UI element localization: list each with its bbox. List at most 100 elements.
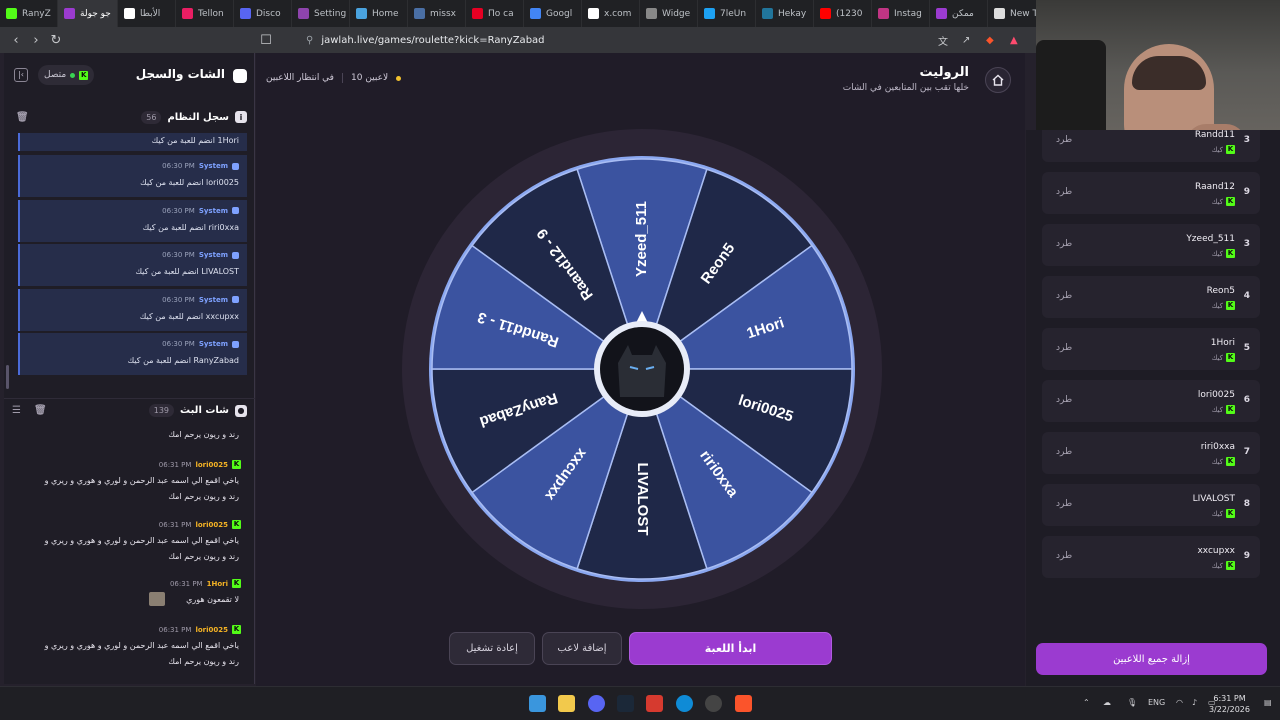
chat-author: 1Hori xyxy=(206,579,228,588)
browser-tab[interactable]: Widge xyxy=(640,0,698,27)
chat-message: 06:31 PM 1Hori K لا تقمعون هوري xyxy=(4,579,255,613)
volume-icon[interactable]: ♪ xyxy=(1192,698,1197,707)
kick-logo-icon: K xyxy=(1226,509,1235,518)
system-badge-icon xyxy=(232,340,239,348)
browser-tab[interactable]: جو جولة× xyxy=(58,0,118,27)
kick-player-button[interactable]: طرد xyxy=(1056,291,1072,301)
log-text: riri0xxa انضم للعبة من كيك xyxy=(142,222,239,232)
brave-shield-icon[interactable]: ◆ xyxy=(986,35,1010,46)
kick-player-button[interactable]: طرد xyxy=(1056,499,1072,509)
kick-player-button[interactable]: طرد xyxy=(1056,447,1072,457)
system-badge-icon xyxy=(232,251,239,259)
brave-icon[interactable] xyxy=(735,695,752,712)
tab-label: ممكن xyxy=(952,8,974,19)
tray-chevron-icon[interactable]: ⌃ xyxy=(1083,698,1090,707)
kick-logo-icon: K xyxy=(1226,301,1235,310)
kick-player-button[interactable]: طرد xyxy=(1056,135,1072,145)
browser-tab[interactable]: Setting xyxy=(292,0,350,27)
wifi-icon[interactable]: ◠ xyxy=(1176,698,1183,707)
browser-tab[interactable]: 7leUn xyxy=(698,0,756,27)
back-icon[interactable]: ‹ xyxy=(6,33,26,48)
add-player-button[interactable]: إضافة لاعب xyxy=(542,632,622,665)
restart-button[interactable]: إعادة تشغيل xyxy=(449,632,535,665)
browser-tab[interactable]: Disco xyxy=(234,0,292,27)
notification-icon[interactable]: ▤ xyxy=(1264,698,1272,707)
tab-label: Tellon xyxy=(198,8,224,19)
chat-line: ياخي اقمع الي اسمه عبد الرحمن و لوري و ه… xyxy=(44,536,239,545)
share-icon[interactable]: ↗ xyxy=(962,35,986,46)
log-author: System xyxy=(198,206,228,215)
collapse-panel-icon[interactable]: |‹ xyxy=(14,68,28,82)
language-indicator[interactable]: ENG xyxy=(1148,698,1165,707)
kick-player-button[interactable]: طرد xyxy=(1056,395,1072,405)
browser-tab[interactable]: missx xyxy=(408,0,466,27)
kick-player-button[interactable]: طرد xyxy=(1056,551,1072,561)
clock[interactable]: 6:31 PM 3/22/2026 xyxy=(1209,693,1250,715)
chat-trash-icon[interactable]: 🗑 xyxy=(34,405,47,416)
browser-tab[interactable]: Home xyxy=(350,0,408,27)
platform-label: كيك xyxy=(1211,197,1223,206)
kick-player-button[interactable]: طرد xyxy=(1056,239,1072,249)
filter-icon[interactable]: ☰ xyxy=(12,405,21,416)
player-row: 6 lori0025 كيك K طرد xyxy=(1042,380,1260,422)
log-meta: 06:30 PM System xyxy=(162,251,239,259)
remove-all-players-button[interactable]: إزالة جميع اللاعبين xyxy=(1036,643,1267,675)
browser-tab[interactable]: Instag xyxy=(872,0,930,27)
roulette-wheel[interactable]: Yzeed_511 Reon51Horilori0025riri0xxaLIVAL… xyxy=(402,129,882,609)
player-platform: كيك K xyxy=(1212,249,1235,258)
system-log-scrollbar[interactable] xyxy=(6,365,9,389)
log-text: xxcupxx انضم للعبة من كيك xyxy=(139,311,239,321)
log-time: 06:30 PM xyxy=(162,162,195,170)
log-meta: 06:30 PM System xyxy=(162,296,239,304)
kick-logo-icon: K xyxy=(1226,145,1235,154)
tab-favicon-icon xyxy=(6,8,17,19)
browser-tab[interactable]: RanyZ xyxy=(0,0,58,27)
kick-player-button[interactable]: طرد xyxy=(1056,343,1072,353)
player-name: Randd11 xyxy=(1194,130,1235,140)
log-time: 06:30 PM xyxy=(162,206,195,215)
tab-label: جو جولة xyxy=(80,8,111,19)
site-info-icon[interactable]: ⚲ xyxy=(306,35,313,46)
players-status: في انتظار اللاعبين 10 لاعبين xyxy=(266,73,402,83)
stream-chat-header: ☰ 🗑 139 شات البث ● xyxy=(4,398,255,422)
system-badge-icon xyxy=(232,207,239,214)
discord-icon[interactable] xyxy=(588,695,605,712)
start-icon[interactable] xyxy=(529,695,546,712)
chat-and-log-panel: الشات والسجل |‹ متصل K 🗑 56 سجل النظام i… xyxy=(4,53,255,684)
wheel-label-group: LIVALOST xyxy=(634,462,651,535)
bookmark-icon[interactable]: ☐ xyxy=(256,33,276,48)
player-number: 7 xyxy=(1243,447,1250,457)
tab-favicon-icon xyxy=(298,8,309,19)
platform-label: كيك xyxy=(1211,145,1223,154)
kick-player-button[interactable]: طرد xyxy=(1056,187,1072,197)
settings-app-icon[interactable] xyxy=(705,695,722,712)
browser-tab[interactable]: ممكن xyxy=(930,0,988,27)
tab-label: New T xyxy=(1010,8,1038,19)
address-field[interactable]: ⚲ jawlah.live/games/roulette?kick=RanyZa… xyxy=(306,30,938,50)
browser-tab[interactable]: По са xyxy=(466,0,524,27)
forward-icon[interactable]: › xyxy=(26,33,46,48)
player-platform: كيك K xyxy=(1212,405,1235,414)
browser-tab[interactable]: Hekay xyxy=(756,0,814,27)
trash-icon[interactable]: 🗑 xyxy=(16,112,29,123)
start-game-button[interactable]: ابدأ اللعبة xyxy=(629,632,832,665)
edge-icon[interactable] xyxy=(676,695,693,712)
log-author: System xyxy=(198,340,228,348)
home-button[interactable] xyxy=(985,67,1011,93)
waiting-status: في انتظار اللاعبين xyxy=(266,73,334,83)
reload-icon[interactable]: ↻ xyxy=(46,33,66,48)
rewards-icon[interactable]: ▲ xyxy=(1010,35,1036,46)
tab-label: x.com xyxy=(604,8,632,19)
translate-icon[interactable]: 文 xyxy=(938,33,962,48)
browser-tab[interactable]: الأبطا xyxy=(118,0,176,27)
browser-tab[interactable]: Tellon xyxy=(176,0,234,27)
mic-icon[interactable]: 🎙 xyxy=(1127,698,1137,707)
onedrive-icon[interactable]: ☁ xyxy=(1103,698,1111,707)
browser-tab[interactable]: Googl xyxy=(524,0,582,27)
steam-icon[interactable] xyxy=(617,695,634,712)
browser-tab[interactable]: x.com xyxy=(582,0,640,27)
browser-tab[interactable]: (1230 xyxy=(814,0,872,27)
obs-app-icon[interactable] xyxy=(646,695,663,712)
file-explorer-icon[interactable] xyxy=(558,695,575,712)
players-panel: 3 Randd11 كيك K طرد 9 Raand12 كيك K طرد 3 Yzeed_511… xyxy=(1026,130,1280,686)
